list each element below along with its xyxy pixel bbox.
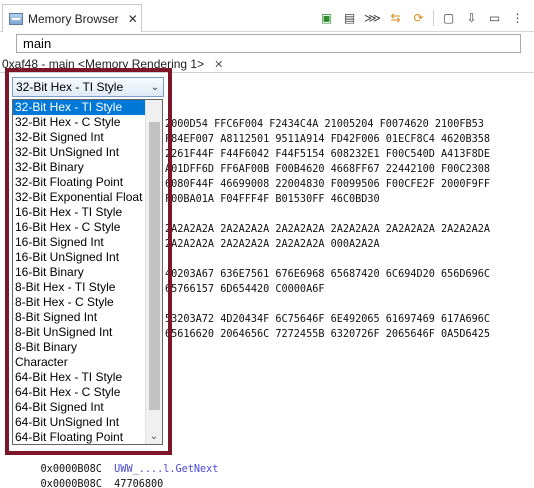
format-option[interactable]: 8-Bit Hex - C Style (13, 295, 147, 310)
memory-icon[interactable]: ▤ (341, 10, 358, 27)
view-title: Memory Browser (28, 11, 119, 26)
format-option[interactable]: 64-Bit Hex - C Style (13, 385, 147, 400)
row-address: 0x0000B08C (40, 479, 102, 488)
memory-row[interactable]: F00BA01A F04FFF4F B01530FF 46C0BD30 (165, 192, 380, 207)
scroll-down-icon[interactable]: ⌄ (146, 429, 162, 444)
format-option[interactable]: 32-Bit UnSigned Int (13, 145, 147, 160)
memory-row[interactable]: 2A2A2A2A 2A2A2A2A 2A2A2A2A 000A2A2A (165, 237, 380, 252)
format-dropdown-list[interactable]: 32-Bit Hex - TI Style 32-Bit Hex - C Sty… (12, 99, 163, 445)
format-option[interactable]: 32-Bit Exponential Float (13, 190, 147, 205)
format-option[interactable]: 32-Bit Hex - C Style (13, 115, 147, 130)
link-icon[interactable]: ⇆ (387, 10, 404, 27)
format-option[interactable]: 16-Bit UnSigned Int (13, 250, 147, 265)
memory-row[interactable]: 0x0000B08C UWW_....l.GetNext (16, 447, 219, 475)
format-option[interactable]: 8-Bit Signed Int (13, 310, 147, 325)
format-option[interactable]: Character (13, 355, 147, 370)
row-value: 47706800 (114, 479, 164, 488)
expression-input[interactable]: main (16, 34, 521, 53)
format-option[interactable]: 64-Bit Floating Point (13, 430, 147, 444)
memory-row[interactable]: 40203A67 636E7561 676E6968 65687420 6C69… (165, 267, 490, 282)
format-option[interactable]: 16-Bit Hex - TI Style (13, 205, 147, 220)
memory-row[interactable]: 6080F44F 46699008 22004830 F0099506 F00C… (165, 177, 490, 192)
rendering-tab-row: 0xaf48 - main <Memory Rendering 1> ✕ (0, 55, 534, 73)
rendering-tab[interactable]: 0xaf48 - main <Memory Rendering 1> ✕ (0, 55, 229, 73)
format-option[interactable]: 32-Bit Hex - TI Style (13, 100, 147, 115)
new-tab-icon[interactable]: ▢ (440, 10, 457, 27)
view-menu-icon[interactable]: ⋮ (509, 10, 526, 27)
memory-row[interactable]: 65766157 6D654420 C0000A6F (165, 282, 324, 297)
import-icon[interactable]: ⇩ (463, 10, 480, 27)
format-option[interactable]: 32-Bit Binary (13, 160, 147, 175)
memory-browser-icon (9, 12, 23, 25)
view-header: Memory Browser ✕ ▣ ▤ ⋙ ⇆ ⟳ ▢ ⇩ ▭ ⋮ (0, 0, 534, 32)
format-option[interactable]: 32-Bit Signed Int (13, 130, 147, 145)
memory-row[interactable]: A01DFF6D FF6AF00B F00B4620 4668FF67 2244… (165, 162, 490, 177)
memory-browser-tab[interactable]: Memory Browser ✕ (2, 4, 142, 32)
format-option[interactable]: 64-Bit Hex - TI Style (13, 370, 147, 385)
memory-row[interactable]: 2000D54 FFC6F004 F2434C4A 21005204 F0074… (165, 117, 484, 132)
format-combo-value: 32-Bit Hex - TI Style (16, 80, 124, 94)
chevron-down-icon[interactable]: ⌄ (147, 82, 163, 93)
memory-row[interactable]: 2A2A2A2A 2A2A2A2A 2A2A2A2A 2A2A2A2A 2A2A… (165, 222, 490, 237)
toolbar: ▣ ▤ ⋙ ⇆ ⟳ ▢ ⇩ ▭ ⋮ (318, 8, 526, 28)
chip-icon[interactable]: ▣ (318, 10, 335, 27)
refresh-icon[interactable]: ⟳ (410, 10, 427, 27)
format-option[interactable]: 32-Bit Floating Point (13, 175, 147, 190)
memory-row[interactable]: 0x0000B08C 47706800 (16, 462, 164, 488)
memory-row[interactable]: F84EF007 A8112501 9511A914 FD42F006 01EC… (165, 132, 490, 147)
format-option[interactable]: 16-Bit Hex - C Style (13, 220, 147, 235)
format-option[interactable]: 16-Bit Signed Int (13, 235, 147, 250)
memory-row[interactable]: 65616620 2064656C 7272455B 6320726F 2065… (165, 327, 490, 342)
scrollbar-thumb[interactable] (149, 122, 160, 410)
format-option[interactable]: 64-Bit UnSigned Int (13, 415, 147, 430)
rendering-tab-label: 0xaf48 - main <Memory Rendering 1> (2, 57, 205, 71)
format-options: 32-Bit Hex - TI Style 32-Bit Hex - C Sty… (13, 100, 147, 444)
pipeline-icon[interactable]: ⋙ (364, 10, 381, 27)
dropdown-scrollbar[interactable]: ⌄ (145, 100, 162, 444)
format-option[interactable]: 64-Bit Signed Int (13, 400, 147, 415)
format-combo[interactable]: 32-Bit Hex - TI Style ⌄ (12, 77, 164, 97)
memory-row[interactable]: 53203A72 4D20434F 6C75646F 6E492065 6169… (165, 312, 490, 327)
format-option[interactable]: 8-Bit Hex - TI Style (13, 280, 147, 295)
close-icon[interactable]: ✕ (128, 12, 138, 26)
collapse-icon[interactable]: ▭ (486, 10, 503, 27)
memory-row[interactable]: 2261F44F F44F6042 F44F5154 608232E1 F00C… (165, 147, 490, 162)
toolbar-separator (433, 10, 434, 26)
format-option[interactable]: 8-Bit Binary (13, 340, 147, 355)
format-option[interactable]: 16-Bit Binary (13, 265, 147, 280)
format-option[interactable]: 8-Bit UnSigned Int (13, 325, 147, 340)
close-icon[interactable]: ✕ (214, 58, 223, 71)
